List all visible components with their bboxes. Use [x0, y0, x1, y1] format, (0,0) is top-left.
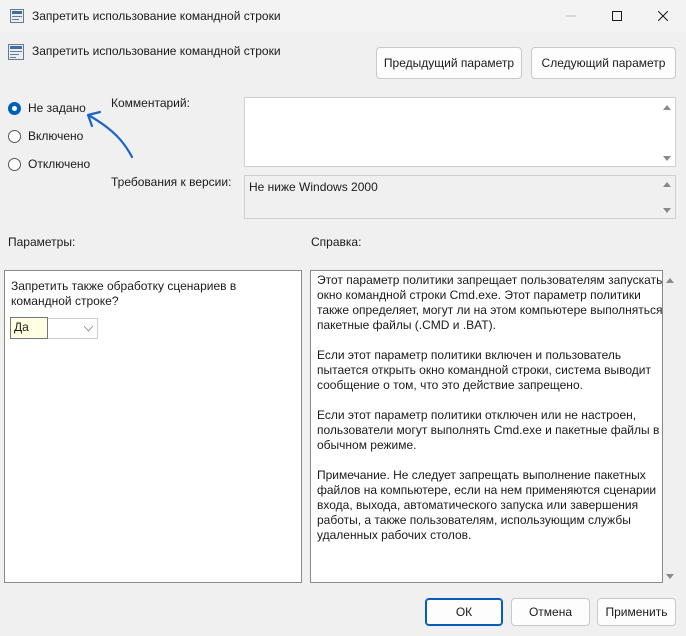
help-heading: Справка: [311, 235, 362, 249]
previous-setting-button[interactable]: Предыдущий параметр [376, 47, 522, 79]
parameters-panel: Запретить также обработку сценариев в ко… [4, 270, 302, 583]
radio-label-disabled: Отключено [28, 157, 91, 171]
requirements-scrollbar[interactable] [659, 176, 675, 218]
requirements-value: Не ниже Windows 2000 [249, 180, 378, 194]
comment-textarea[interactable] [244, 97, 676, 167]
ok-button[interactable]: ОК [425, 598, 503, 626]
radio-indicator [8, 129, 21, 143]
help-paragraph: Примечание. Не следует запрещать выполне… [317, 468, 657, 542]
scroll-up-icon[interactable] [663, 182, 671, 187]
apply-button[interactable]: Применить [597, 598, 676, 626]
requirements-box: Не ниже Windows 2000 [244, 175, 676, 219]
policy-icon [10, 9, 24, 23]
parameters-heading: Параметры: [8, 235, 76, 249]
dropdown-selected-value: Да [10, 317, 48, 339]
next-setting-button[interactable]: Следующий параметр [531, 47, 676, 79]
maximize-icon [612, 11, 622, 21]
scroll-up-icon[interactable] [666, 278, 674, 283]
policy-setting-icon [8, 44, 24, 60]
policy-name: Запретить использование командной строки [32, 44, 281, 58]
title-bar: Запретить использование командной строки [0, 0, 686, 32]
radio-enabled[interactable]: Включено [8, 129, 83, 143]
requirements-label: Требования к версии: [111, 175, 232, 189]
radio-disabled[interactable]: Отключено [8, 157, 90, 171]
radio-label-enabled: Включено [28, 129, 84, 143]
help-text: Этот параметр политики запрещает пользов… [317, 273, 663, 558]
scroll-down-icon[interactable] [666, 574, 674, 579]
help-scrollbar[interactable] [663, 270, 677, 583]
radio-not-configured[interactable]: Не задано [8, 101, 86, 115]
radio-indicator [8, 157, 21, 171]
help-paragraph: Если этот параметр политики отключен или… [317, 408, 660, 452]
scroll-down-icon[interactable] [663, 208, 671, 213]
maximize-button[interactable] [594, 0, 640, 32]
help-panel: Этот параметр политики запрещает пользов… [310, 270, 663, 583]
help-paragraph: Если этот параметр политики включен и по… [317, 348, 651, 392]
radio-label-not-configured: Не задано [28, 101, 86, 115]
help-paragraph: Этот параметр политики запрещает пользов… [317, 273, 663, 332]
cancel-button[interactable]: Отмена [511, 598, 590, 626]
comment-scrollbar[interactable] [659, 98, 675, 166]
close-icon [658, 11, 668, 21]
minimize-icon [566, 15, 576, 17]
scroll-up-icon[interactable] [663, 105, 671, 110]
chevron-down-icon [84, 326, 93, 332]
window-title: Запретить использование командной строки [32, 9, 281, 23]
annotation-arrow-icon [86, 110, 134, 159]
parameter-option-text: Запретить также обработку сценариев в ко… [11, 279, 237, 308]
comment-label: Комментарий: [111, 96, 190, 110]
radio-indicator [8, 101, 21, 115]
minimize-button[interactable] [548, 0, 594, 32]
scroll-down-icon[interactable] [663, 156, 671, 161]
close-button[interactable] [640, 0, 686, 32]
